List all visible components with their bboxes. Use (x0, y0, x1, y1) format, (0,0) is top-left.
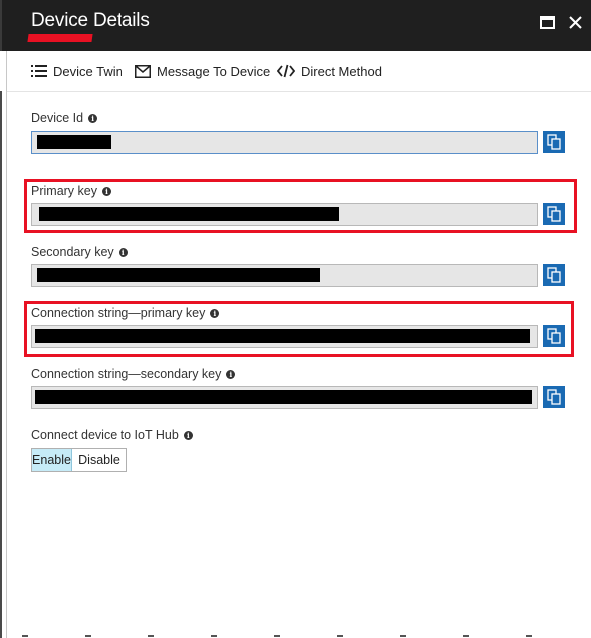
info-icon[interactable]: i (118, 247, 128, 257)
connection-string-primary-field[interactable] (31, 325, 538, 348)
left-rail (0, 51, 7, 638)
copy-connection-string-primary-button[interactable] (543, 325, 565, 347)
maximize-button[interactable] (537, 12, 559, 34)
redacted-value (37, 135, 111, 149)
disable-button[interactable]: Disable (72, 449, 126, 471)
copy-device-id-button[interactable] (543, 131, 565, 153)
toolbar: Device Twin Message To Device Direct Met… (7, 51, 591, 92)
device-details-form: Device Id i Primary key i Secondary key … (7, 92, 591, 638)
list-icon (31, 65, 47, 77)
close-button[interactable] (565, 12, 587, 34)
device-id-field[interactable] (31, 131, 538, 154)
primary-key-field[interactable] (31, 203, 538, 226)
connection-string-secondary-field[interactable] (31, 386, 538, 409)
message-to-device-button[interactable]: Message To Device (135, 51, 270, 91)
envelope-icon (135, 64, 151, 78)
connection-string-primary-label-text: Connection string—primary key (31, 306, 206, 320)
info-icon[interactable]: i (226, 369, 236, 379)
copy-icon (547, 328, 561, 344)
copy-secondary-key-button[interactable] (543, 264, 565, 286)
primary-key-label-text: Primary key (31, 184, 97, 198)
copy-icon (547, 134, 561, 150)
maximize-icon (540, 16, 555, 29)
direct-method-button[interactable]: Direct Method (277, 51, 382, 91)
secondary-key-label: Secondary key i (31, 245, 128, 259)
title-bar: Device Details (0, 0, 591, 51)
primary-key-label: Primary key i (31, 184, 111, 198)
connect-device-label-text: Connect device to IoT Hub (31, 428, 179, 442)
connection-string-secondary-label-text: Connection string—secondary key (31, 367, 222, 381)
connection-string-secondary-label: Connection string—secondary key i (31, 367, 236, 381)
copy-icon (547, 206, 561, 222)
info-icon[interactable]: i (101, 186, 111, 196)
code-icon (277, 64, 295, 78)
redacted-value (35, 329, 530, 343)
secondary-key-field[interactable] (31, 264, 538, 287)
connect-device-toggle: Enable Disable (31, 448, 127, 472)
direct-method-label: Direct Method (301, 63, 382, 79)
info-icon[interactable]: i (88, 113, 98, 123)
title-bar-edge (0, 0, 2, 51)
device-twin-label: Device Twin (53, 63, 123, 79)
copy-primary-key-button[interactable] (543, 203, 565, 225)
redacted-value (37, 268, 320, 282)
info-icon[interactable]: i (210, 308, 220, 318)
device-twin-button[interactable]: Device Twin (31, 51, 123, 91)
copy-connection-string-secondary-button[interactable] (543, 386, 565, 408)
bottom-edge (0, 632, 591, 638)
enable-button[interactable]: Enable (32, 449, 72, 471)
copy-icon (547, 389, 561, 405)
redacted-value (35, 390, 532, 404)
left-rail-line (0, 91, 2, 638)
close-icon (569, 16, 582, 29)
device-id-label-text: Device Id (31, 111, 84, 125)
device-id-label: Device Id i (31, 111, 98, 125)
redacted-value (39, 207, 339, 221)
info-icon[interactable]: i (183, 430, 193, 440)
redacted-subtitle (27, 34, 93, 42)
secondary-key-label-text: Secondary key (31, 245, 114, 259)
connection-string-primary-label: Connection string—primary key i (31, 306, 220, 320)
window-title: Device Details (31, 10, 150, 31)
connect-device-label: Connect device to IoT Hub i (31, 428, 193, 442)
copy-icon (547, 267, 561, 283)
message-to-device-label: Message To Device (157, 63, 271, 79)
